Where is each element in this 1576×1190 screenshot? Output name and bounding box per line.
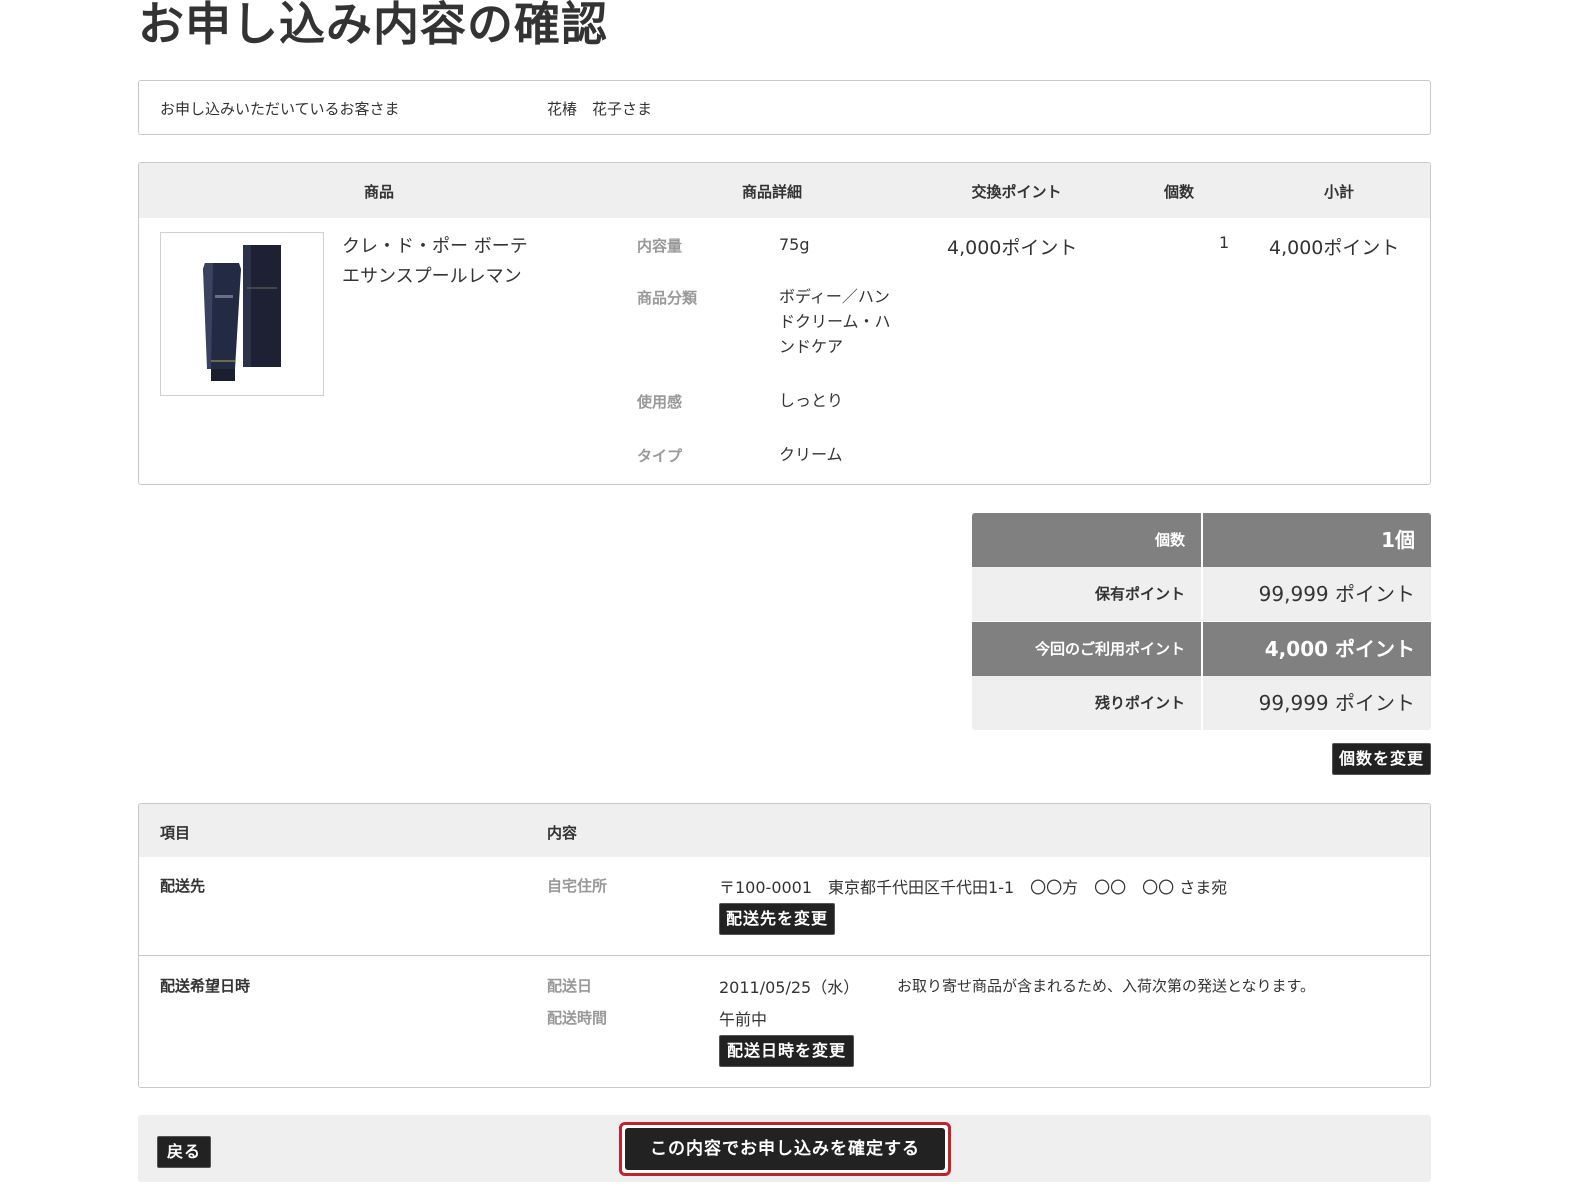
summary-label: 保有ポイント xyxy=(1094,585,1185,603)
date-value: 2011/05/25（水） xyxy=(719,978,860,997)
datetime-item-label: 配送希望日時 xyxy=(160,977,251,995)
detail-value-volume: 75g xyxy=(779,235,810,254)
summary-value: 1個 xyxy=(1381,528,1415,552)
row-divider xyxy=(139,955,1430,956)
product-tube-icon xyxy=(203,245,281,381)
category-line3: ンドケア xyxy=(779,337,844,356)
product-image[interactable] xyxy=(160,232,324,396)
summary-row-used-points: 今回のご利用ポイント 4,000 ポイント xyxy=(972,622,1431,676)
summary-value: 99,999 ポイント xyxy=(1258,582,1415,606)
time-sublabel: 配送時間 xyxy=(547,1009,608,1027)
product-table: 商品 商品詳細 交換ポイント 個数 小計 クレ・ド・ポー ボーテ エサンスプール… xyxy=(138,162,1431,485)
summary-value: 99,999 ポイント xyxy=(1258,691,1415,715)
product-name[interactable]: クレ・ド・ポー ボーテ エサンスプールレマン xyxy=(342,232,592,292)
detail-value-category: ボディー／ハン ドクリーム・ハ ンドケア xyxy=(779,284,909,359)
time-value: 午前中 xyxy=(719,1010,768,1029)
address-sublabel: 自宅住所 xyxy=(547,877,608,895)
page-title: お申し込み内容の確認 xyxy=(138,0,608,51)
header-subtotal: 小計 xyxy=(1323,183,1354,201)
summary-row-held-points: 保有ポイント 99,999 ポイント xyxy=(972,567,1431,621)
detail-label-type: タイプ xyxy=(637,447,683,465)
header-item: 項目 xyxy=(160,824,191,842)
item-qty: 1 xyxy=(1219,233,1230,252)
detail-label-volume: 内容量 xyxy=(637,237,683,255)
product-name-line1: クレ・ド・ポー ボーテ xyxy=(342,236,528,257)
item-points: 4,000ポイント xyxy=(947,237,1078,259)
back-button[interactable]: 戻る xyxy=(157,1136,211,1168)
header-qty: 個数 xyxy=(1163,183,1194,201)
summary-value: 4,000 ポイント xyxy=(1264,637,1415,661)
header-points: 交換ポイント xyxy=(971,183,1062,201)
detail-label-category: 商品分類 xyxy=(637,289,698,307)
summary-label: 今回のご利用ポイント xyxy=(1034,640,1185,658)
points-summary: 個数 1個 保有ポイント 99,999 ポイント 今回のご利用ポイント 4,00… xyxy=(972,513,1431,730)
customer-info-box: お申し込みいただいているお客さま 花椿 花子さま xyxy=(138,80,1431,135)
confirm-button[interactable]: この内容でお申し込みを確定する xyxy=(625,1128,945,1170)
date-sublabel: 配送日 xyxy=(547,977,593,995)
delivery-note: お取り寄せ商品が含まれるため、入荷次第の発送となります。 xyxy=(897,977,1316,995)
customer-label: お申し込みいただいているお客さま xyxy=(160,100,400,118)
delivery-table-header: 項目 内容 xyxy=(139,804,1430,857)
summary-row-qty: 個数 1個 xyxy=(972,513,1431,567)
detail-value-feel: しっとり xyxy=(779,391,844,410)
address-item-label: 配送先 xyxy=(160,877,206,895)
header-product: 商品 xyxy=(363,183,394,201)
detail-value-type: クリーム xyxy=(779,445,843,464)
delivery-table: 項目 内容 配送先 自宅住所 〒100-0001 東京都千代田区千代田1-1 〇… xyxy=(138,803,1431,1088)
item-subtotal: 4,000ポイント xyxy=(1269,237,1400,259)
address-text: 〒100-0001 東京都千代田区千代田1-1 〇〇方 〇〇 〇〇 さま宛 xyxy=(719,878,1228,897)
category-line2: ドクリーム・ハ xyxy=(779,312,891,331)
product-table-header: 商品 商品詳細 交換ポイント 個数 小計 xyxy=(139,163,1430,218)
change-address-button[interactable]: 配送先を変更 xyxy=(719,903,835,935)
header-content: 内容 xyxy=(547,824,578,842)
summary-label: 残りポイント xyxy=(1094,694,1185,712)
customer-name: 花椿 花子さま xyxy=(547,100,653,118)
change-datetime-button[interactable]: 配送日時を変更 xyxy=(719,1035,854,1067)
summary-row-remaining-points: 残りポイント 99,999 ポイント xyxy=(972,676,1431,730)
product-name-line2: エサンスプールレマン xyxy=(342,266,522,287)
detail-label-feel: 使用感 xyxy=(637,393,683,411)
header-detail: 商品詳細 xyxy=(741,183,802,201)
category-line1: ボディー／ハン xyxy=(779,287,890,306)
summary-label: 個数 xyxy=(1154,531,1185,549)
change-qty-button[interactable]: 個数を変更 xyxy=(1332,743,1431,775)
confirm-button-outline: この内容でお申し込みを確定する xyxy=(619,1122,951,1176)
